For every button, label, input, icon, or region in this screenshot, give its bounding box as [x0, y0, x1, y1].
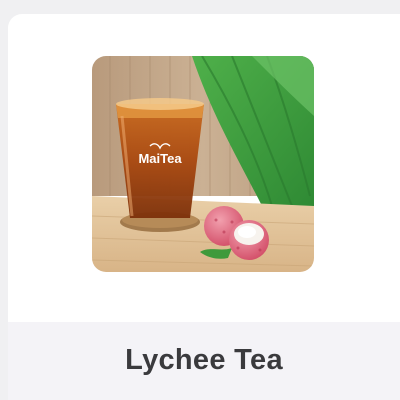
product-name[interactable]: Lychee Tea: [8, 344, 400, 377]
product-image[interactable]: MaiTea: [92, 56, 314, 272]
top-strip: [0, 0, 400, 14]
product-name-band: Lychee Tea: [8, 322, 400, 400]
cup-brand-text: MaiTea: [138, 151, 182, 166]
product-card[interactable]: MaiTea Lychee Tea: [8, 14, 400, 400]
lychee-tea-photo: MaiTea: [92, 56, 314, 272]
page: MaiTea Lychee Tea: [0, 0, 400, 400]
